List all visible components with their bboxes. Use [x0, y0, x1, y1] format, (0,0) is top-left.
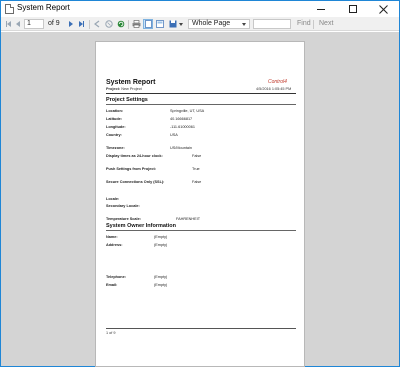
chevron-down-icon: [242, 23, 246, 26]
push-settings-label: Push Settings from Project:: [106, 167, 156, 171]
printer-icon: [132, 20, 140, 28]
refresh-button[interactable]: [116, 19, 125, 29]
longitude-value: -111.61000061: [170, 125, 195, 129]
minimize-button[interactable]: [307, 1, 335, 17]
back-arrow-icon: [93, 20, 99, 28]
toolbar-separator: [313, 20, 314, 29]
owner-info-heading: System Owner Information: [106, 223, 176, 229]
export-dropdown[interactable]: [178, 19, 183, 29]
toolbar-separator: [89, 20, 90, 29]
secondary-locale-label: Secondary Locale:: [106, 204, 140, 208]
page-layout-icon: [144, 20, 152, 28]
back-button[interactable]: [92, 19, 101, 29]
latitude-label: Latitude:: [106, 117, 123, 121]
project-value: New Project: [121, 87, 142, 91]
country-value: USA: [170, 133, 178, 137]
temperature-label: Temperature Scale:: [106, 217, 141, 221]
page-footer: 1 of 9: [106, 331, 116, 335]
maximize-icon: [349, 5, 357, 13]
refresh-icon: [117, 20, 124, 28]
owner-address-value: (Empty): [154, 243, 168, 247]
export-button[interactable]: [168, 19, 177, 29]
maximize-button[interactable]: [339, 1, 367, 17]
report-title: System Report: [106, 79, 156, 86]
viewer-toolbar: 1 of 9 Whole Page Find Next: [1, 17, 399, 31]
push-settings-value: True: [192, 167, 200, 171]
print-button[interactable]: [131, 19, 141, 29]
control4-logo: Control4: [268, 79, 287, 85]
report-viewer[interactable]: System Report Project: New Project Contr…: [1, 32, 399, 367]
minimize-icon: [317, 8, 325, 10]
document-icon: [5, 4, 14, 14]
longitude-label: Longitude:: [106, 125, 126, 129]
find-input[interactable]: [253, 19, 291, 29]
toolbar-separator: [128, 20, 129, 29]
owner-telephone-value: (Empty): [154, 275, 168, 279]
display24-value: False: [192, 154, 202, 158]
stop-icon: [104, 20, 113, 28]
zoom-select[interactable]: Whole Page: [188, 19, 250, 29]
secure-value: False: [192, 180, 202, 184]
page-setup-button[interactable]: [155, 19, 165, 29]
report-window: System Report 1 of 9 Whole Page Find Nex…: [0, 0, 400, 367]
page-count-label: of 9: [48, 20, 60, 27]
find-next-button[interactable]: Next: [319, 20, 333, 27]
report-page: System Report Project: New Project Contr…: [95, 41, 305, 367]
print-layout-button[interactable]: [143, 19, 153, 29]
owner-name-value: (Empty): [154, 235, 168, 239]
project-label: Project:: [106, 87, 121, 91]
next-page-icon: [69, 21, 73, 27]
display24-label: Display times as 24-hour clock:: [106, 154, 163, 158]
title-bar: System Report: [1, 1, 399, 17]
section-divider: [106, 230, 296, 231]
save-disk-icon: [169, 20, 176, 28]
footer-divider: [106, 328, 296, 329]
locale-label: Locale:: [106, 197, 120, 201]
timezone-label: Timezone:: [106, 146, 125, 150]
first-page-button[interactable]: [4, 19, 13, 29]
header-divider: [106, 93, 296, 94]
location-value: Springville, UT, USA: [170, 109, 205, 113]
next-page-button[interactable]: [67, 19, 75, 29]
zoom-select-value: Whole Page: [192, 20, 231, 27]
window-title: System Report: [17, 3, 70, 12]
previous-page-icon: [16, 21, 20, 27]
page-number-input[interactable]: 1: [24, 19, 44, 29]
latitude-value: 40.16666817: [170, 117, 193, 121]
location-label: Location:: [106, 109, 124, 113]
previous-page-button[interactable]: [14, 19, 22, 29]
timezone-value: US/Mountain: [170, 146, 192, 150]
close-button[interactable]: [369, 1, 397, 17]
country-label: Country:: [106, 133, 122, 137]
chevron-down-icon: [178, 22, 183, 26]
project-line: Project: New Project: [106, 87, 142, 91]
section-divider: [106, 104, 296, 105]
project-settings-heading: Project Settings: [106, 97, 148, 103]
close-icon: [378, 4, 388, 14]
temperature-value: FAHRENHEIT: [176, 217, 201, 221]
last-page-button[interactable]: [77, 19, 86, 29]
secure-label: Secure Connections Only (SSL):: [106, 180, 165, 184]
page-setup-icon: [156, 20, 164, 28]
stop-button[interactable]: [104, 19, 113, 29]
report-date: 4/5/2016 1:05:45 PM: [256, 87, 292, 91]
find-button[interactable]: Find: [297, 20, 311, 27]
owner-email-value: (Empty): [154, 283, 168, 287]
